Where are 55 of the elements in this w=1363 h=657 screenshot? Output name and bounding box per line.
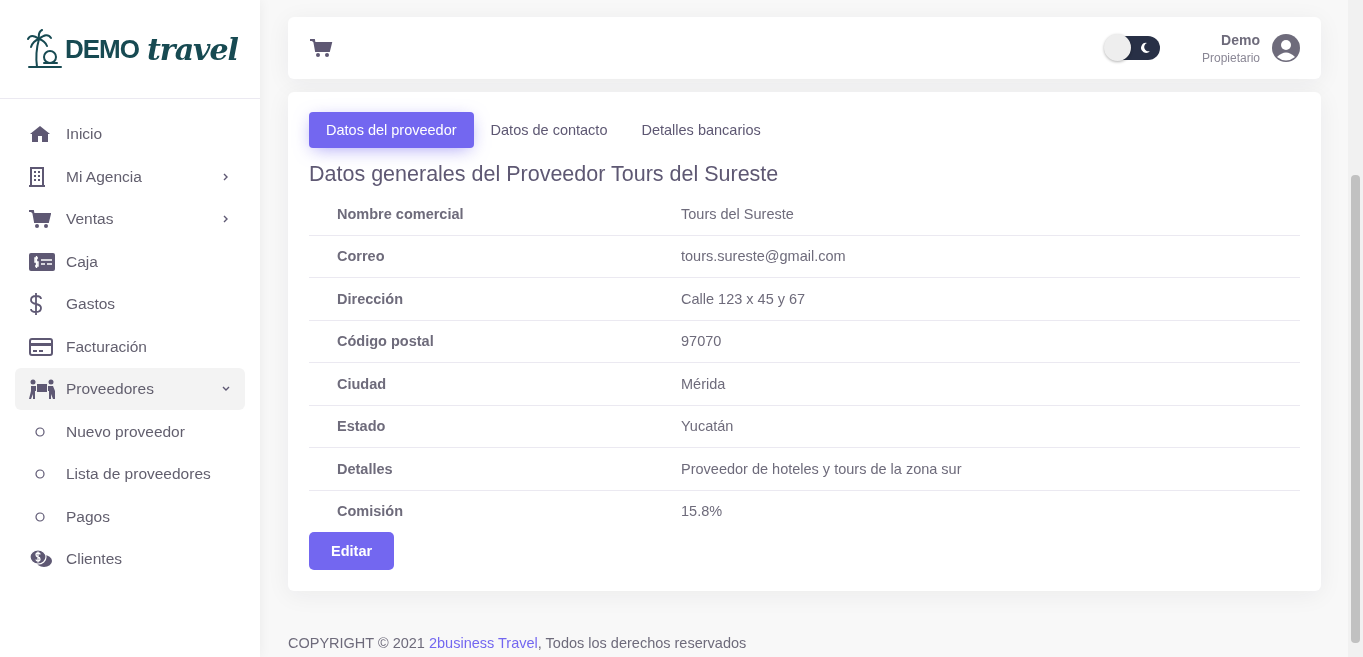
field-label: Dirección (337, 290, 405, 307)
sidebar-item[interactable]: Proveedores (15, 368, 245, 410)
tab[interactable]: Datos de contacto (473, 112, 625, 148)
moon-icon (1138, 42, 1151, 54)
field-value: Mérida (681, 375, 726, 392)
sidebar-item[interactable]: Clientes (15, 538, 245, 580)
sidebar-item[interactable]: Caja (15, 240, 245, 283)
field-value: Yucatán (681, 418, 734, 435)
home-icon (29, 125, 51, 143)
cash-icon (29, 252, 55, 271)
field-label: Estado (337, 418, 387, 435)
credit-card-icon (29, 337, 53, 356)
tab[interactable]: Datos del proveedor (309, 112, 474, 148)
user-name: Demo (1221, 31, 1260, 48)
cart-icon (29, 209, 51, 229)
submenu-item[interactable]: Nuevo proveedor (15, 410, 245, 453)
circle-icon (35, 469, 45, 480)
chat-dollar-icon (29, 549, 53, 569)
copyright-text: COPYRIGHT © 2021 2business Travel, Todos los derechos reservados (288, 635, 748, 651)
dark-mode-toggle[interactable] (1105, 36, 1160, 60)
edit-button[interactable]: Editar (309, 532, 395, 570)
field-label: Ciudad (337, 375, 388, 392)
company-link[interactable]: 2business Travel (428, 635, 538, 651)
field-label: Detalles (337, 460, 394, 477)
submenu-item[interactable]: Pagos (15, 495, 245, 538)
field-value: Calle 123 x 45 y 67 (681, 290, 806, 307)
scrollbar[interactable] (1348, 0, 1363, 657)
submenu-item[interactable]: Lista de proveedores (15, 453, 245, 496)
field-value: tours.sureste@gmail.com (681, 248, 846, 265)
field-label: Nombre comercial (337, 205, 465, 222)
field-label: Comisión (337, 503, 405, 520)
section-title: Datos generales del Proveedor Tours del Sureste (309, 162, 780, 187)
palm-tree-icon (27, 29, 63, 69)
field-value: 97070 (681, 333, 722, 350)
field-label: Código postal (337, 333, 435, 350)
field-value: Tours del Sureste (681, 205, 794, 222)
dollar-icon (29, 293, 43, 315)
avatar-icon[interactable] (1272, 34, 1300, 62)
sidebar-item[interactable]: Ventas (15, 198, 245, 240)
sidebar-item[interactable]: Facturación (15, 325, 245, 368)
sidebar-item[interactable]: Gastos (15, 283, 245, 325)
circle-icon (35, 426, 45, 437)
field-value: Proveedor de hoteles y tours de la zona sur (681, 460, 962, 477)
logo-text: DEMO (65, 33, 139, 65)
field-label: Correo (337, 248, 386, 265)
building-icon (29, 166, 45, 187)
circle-icon (35, 511, 45, 522)
tab[interactable]: Detalles bancarios (624, 112, 778, 148)
sidebar-item[interactable]: Inicio (15, 113, 245, 155)
user-role: Propietario (1201, 50, 1260, 65)
field-value: 15.8% (681, 503, 723, 520)
people-carrying-box-icon (29, 379, 55, 399)
cart-icon[interactable] (309, 38, 333, 58)
logo-script-text: travel (147, 31, 239, 67)
sidebar-item[interactable]: Mi Agencia (15, 155, 245, 198)
